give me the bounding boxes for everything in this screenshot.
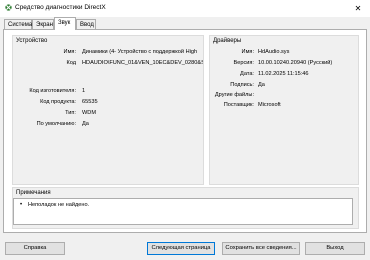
driver-version-value: 10.00.10240.20940 (Русский) [258, 60, 333, 66]
close-button[interactable]: ✕ [349, 1, 367, 15]
device-name-value: Динамики (4- Устройство с поддержкой Hig… [82, 49, 198, 55]
driver-version-label: Версия: [233, 60, 254, 66]
default-device-label: По умолчанию: [36, 121, 76, 127]
driver-signed-label: Подпись: [230, 82, 254, 88]
close-icon: ✕ [354, 3, 362, 13]
drivers-group-title: Драйверы [213, 38, 242, 44]
driver-provider-label: Поставщик: [223, 102, 254, 108]
title-bar: Средство диагностики DirectX ✕ [0, 0, 370, 17]
product-id-value: 65535 [82, 99, 98, 105]
tab-bar: Система Экран Звук Ввод [0, 17, 370, 30]
driver-date-value: 11.02.2025 11:15:46 [258, 71, 309, 77]
device-code-label: Код [66, 60, 76, 66]
product-id-label: Код продукта: [40, 99, 76, 105]
driver-provider-value: Microsoft [258, 102, 281, 108]
directx-app-icon [5, 4, 12, 11]
tab-sound[interactable]: Звук [54, 17, 76, 30]
device-type-value: WDM [82, 110, 96, 116]
driver-name-value: HdAudio.sys [258, 49, 290, 55]
notes-textbox[interactable]: • Неполадок не найдено. [13, 198, 353, 225]
help-button[interactable]: Справка [5, 242, 65, 255]
device-group: Устройство Имя: Динамики (4- Устройство … [12, 35, 204, 185]
save-all-info-button[interactable]: Сохранить все сведения... [222, 242, 300, 255]
device-type-label: Тип: [65, 110, 76, 116]
bullet-icon: • [20, 202, 23, 208]
default-device-value: Да [82, 121, 89, 127]
exit-button[interactable]: Выход [305, 242, 365, 255]
device-group-title: Устройство [16, 38, 48, 44]
tab-input[interactable]: Ввод [76, 19, 96, 29]
note-item: Неполадок не найдено. [28, 202, 90, 208]
driver-signed-value: Да [258, 82, 265, 88]
other-files-label: Другие файлы: [214, 92, 254, 98]
tab-display[interactable]: Экран [32, 19, 54, 29]
driver-date-label: Дата: [240, 71, 254, 77]
device-name-label: Имя: [63, 49, 76, 55]
drivers-group: Драйверы Имя: HdAudio.sys Версия: 10.00.… [209, 35, 359, 185]
device-code-value: HDAUDIO\FUNC_01&VEN_10EC&DEV_0280&SUBSYS… [82, 60, 203, 66]
next-page-button[interactable]: Следующая страница [147, 242, 215, 255]
tab-system[interactable]: Система [4, 19, 32, 29]
manufacturer-id-value: 1 [82, 88, 86, 94]
notes-group-title: Примечания [16, 190, 51, 196]
manufacturer-id-label: Код изготовителя: [29, 88, 76, 94]
driver-name-label: Имя: [241, 49, 254, 55]
window-title: Средство диагностики DirectX [15, 4, 106, 11]
